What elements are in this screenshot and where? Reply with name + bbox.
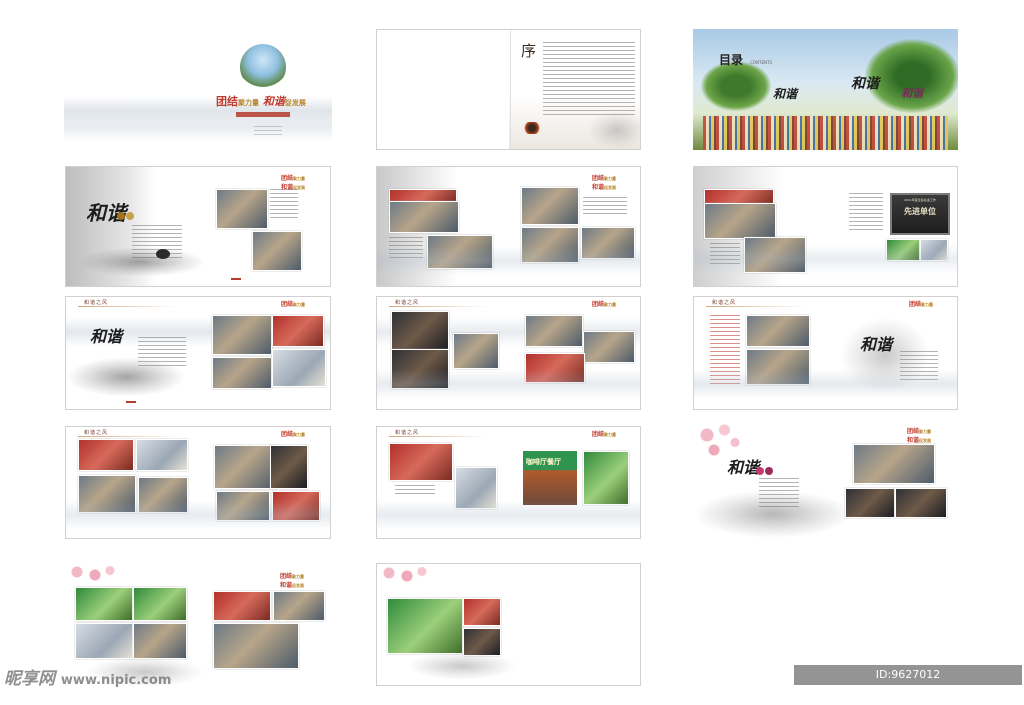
hexie-brush-3-3: 和谐 bbox=[860, 335, 893, 354]
spread-3-1[interactable]: 和谐之风 和谐 团结聚力量 bbox=[65, 296, 331, 410]
preface-heading: 序 bbox=[521, 42, 537, 60]
spread-4-3[interactable]: 和谐 团结聚力量 和谐促发展 bbox=[693, 420, 958, 538]
column-tag: 和谐之风 bbox=[84, 300, 109, 306]
crowd-photo bbox=[703, 116, 948, 150]
cover-subtitle-bar bbox=[236, 112, 290, 117]
spread-2-2[interactable]: 团结聚力量 和谐促发展 bbox=[376, 166, 641, 287]
spread-3-3[interactable]: 和谐之风 和谐 团结聚力量 bbox=[693, 296, 958, 410]
toc-heading: 目录 CONTENTS bbox=[719, 53, 772, 67]
globe-emblem bbox=[240, 44, 286, 90]
tree-left bbox=[701, 61, 771, 111]
spread-5-2[interactable] bbox=[376, 563, 641, 686]
hexie-logo-3: 和谐 bbox=[901, 87, 923, 100]
hexie-brush-3-1: 和谐 bbox=[90, 327, 123, 346]
restaurant-signboard: 咖啡厅餐厅 bbox=[523, 451, 577, 505]
watermark-left: 昵享网 www.nipic.com bbox=[4, 669, 172, 689]
spread-2-1[interactable]: 和谐 团结聚力量 和谐促发展 bbox=[65, 166, 331, 287]
spread-2-3[interactable]: 2011年度全县先进工作 先进单位 bbox=[693, 166, 958, 287]
cover-spread[interactable]: 团结聚力量 和谐促发展 bbox=[64, 30, 332, 148]
cover-title: 团结聚力量 和谐促发展 bbox=[216, 95, 306, 108]
award-plaque: 2011年度全县先进工作 先进单位 bbox=[890, 193, 950, 235]
hexie-logo-2: 和谐 bbox=[851, 76, 879, 92]
inkstone-icon bbox=[523, 122, 541, 134]
hexie-logo-1: 和谐 bbox=[773, 87, 798, 101]
blossom-branch-5-2 bbox=[377, 564, 437, 594]
teapot-icon bbox=[156, 249, 170, 259]
contents-spread[interactable]: 目录 CONTENTS 和谐 和谐 和谐 bbox=[693, 29, 958, 150]
cover-publisher-text bbox=[254, 126, 282, 138]
watermark-id: ID:9627012 NO:20140624165054188371 bbox=[794, 665, 1022, 701]
spread-4-1[interactable]: 和谐之风 团结聚力量 bbox=[65, 426, 331, 539]
preface-spread[interactable]: 序 bbox=[376, 29, 641, 150]
spread-4-2[interactable]: 和谐之风 咖啡厅餐厅 团结聚力量 bbox=[376, 426, 641, 539]
spread-3-2[interactable]: 和谐之风 团结聚力量 bbox=[376, 296, 641, 410]
